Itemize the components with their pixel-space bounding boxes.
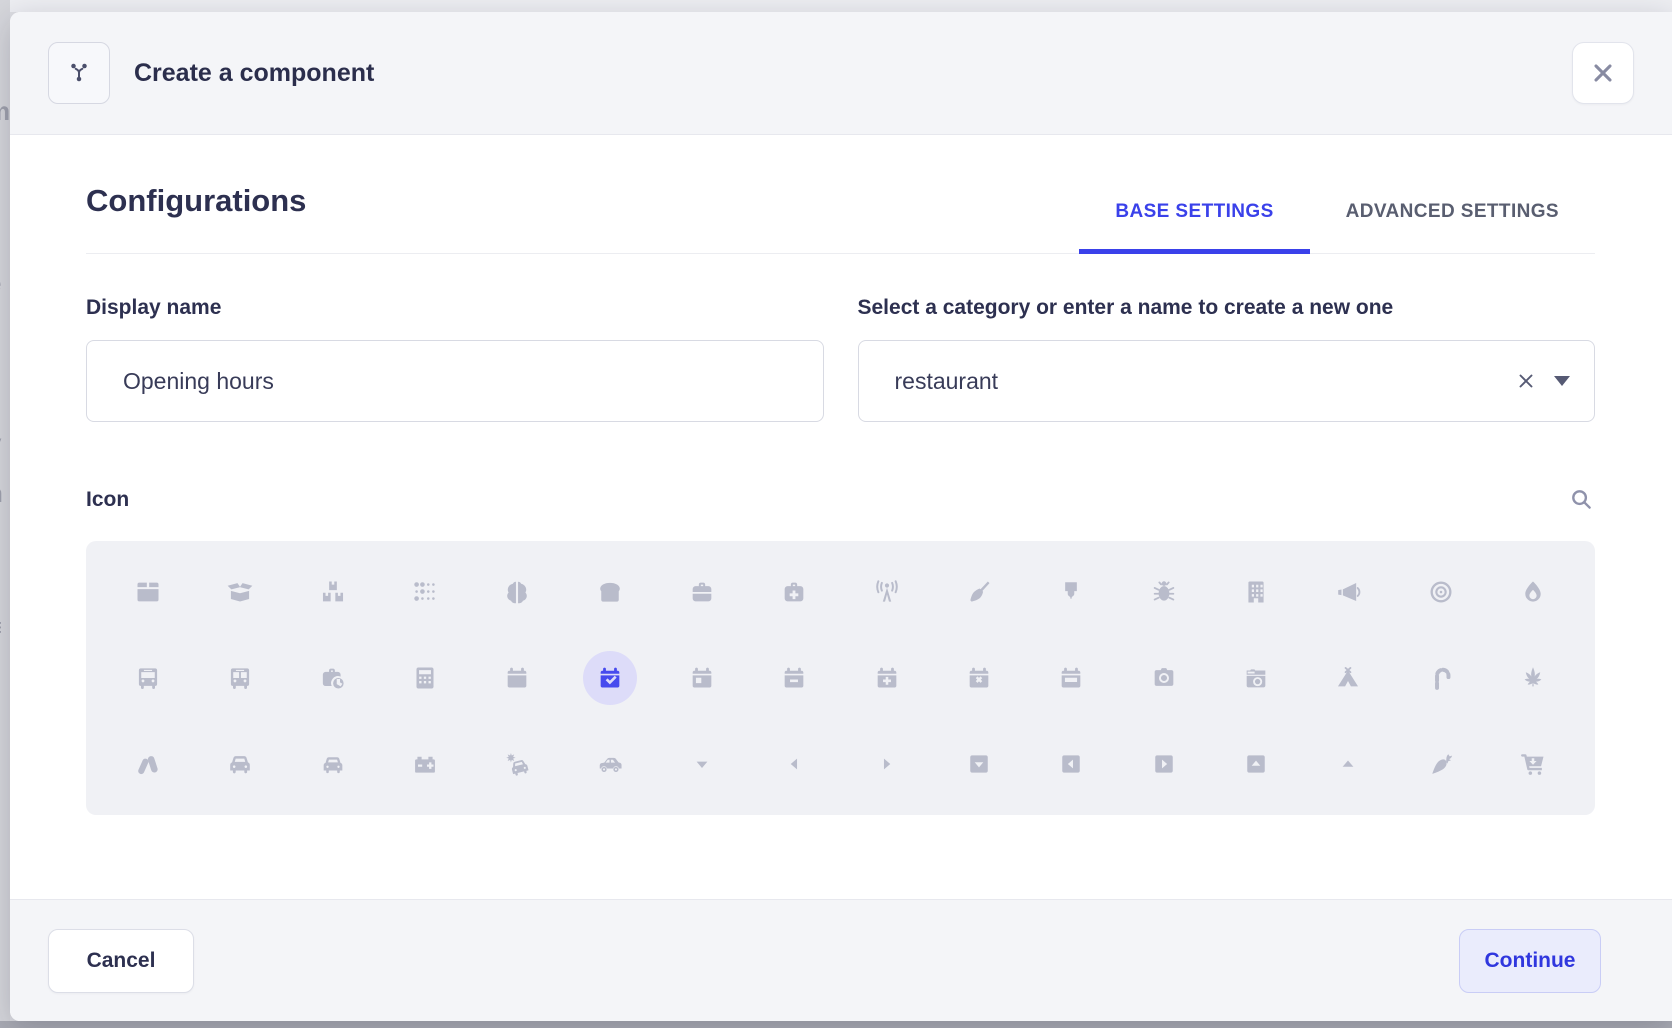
icon-car-battery[interactable] xyxy=(379,721,471,807)
icon-calendar-week[interactable] xyxy=(1025,635,1117,721)
backdrop-text-fragment: y xyxy=(0,428,1,459)
icon-candy-cane[interactable] xyxy=(1394,635,1486,721)
icon-car-alt[interactable] xyxy=(287,721,379,807)
config-header-row: Configurations BASE SETTINGS ADVANCED SE… xyxy=(86,183,1595,254)
icon-car[interactable] xyxy=(194,721,286,807)
icon-briefcase-medical[interactable] xyxy=(748,549,840,635)
icon-caret-right[interactable] xyxy=(841,721,933,807)
icon-box[interactable] xyxy=(102,549,194,635)
display-name-field-group: Display name Opening hours xyxy=(86,296,824,422)
icon-business-time[interactable] xyxy=(287,635,379,721)
close-button[interactable] xyxy=(1572,42,1634,104)
icon-search-button[interactable] xyxy=(1568,486,1595,513)
continue-button[interactable]: Continue xyxy=(1459,929,1601,993)
icon-carrot[interactable] xyxy=(1394,721,1486,807)
icon-box-open[interactable] xyxy=(194,549,286,635)
icon-caret-square-right[interactable] xyxy=(1117,721,1209,807)
icon-burn[interactable] xyxy=(1487,549,1579,635)
display-name-input[interactable]: Opening hours xyxy=(86,340,824,422)
icon-boxes[interactable] xyxy=(287,549,379,635)
tab-advanced-settings[interactable]: ADVANCED SETTINGS xyxy=(1310,201,1595,254)
backdrop-text-fragment: n xyxy=(0,478,3,509)
tab-base-settings[interactable]: BASE SETTINGS xyxy=(1079,201,1309,254)
icon-label: Icon xyxy=(86,488,129,512)
icon-capsules[interactable] xyxy=(102,721,194,807)
create-component-modal: Create a component Configurations BASE S… xyxy=(10,12,1672,1021)
icon-caret-square-left[interactable] xyxy=(1025,721,1117,807)
modal-body: Configurations BASE SETTINGS ADVANCED SE… xyxy=(10,135,1672,899)
category-select[interactable]: restaurant xyxy=(858,340,1596,422)
selected-icon-highlight xyxy=(583,651,637,705)
icon-bus[interactable] xyxy=(102,635,194,721)
icon-section-header: Icon xyxy=(86,486,1595,513)
modal-footer: Cancel Continue xyxy=(10,899,1672,1021)
icon-bug[interactable] xyxy=(1117,549,1209,635)
backdrop-text-fragment: m xyxy=(0,96,10,127)
icon-briefcase[interactable] xyxy=(656,549,748,635)
icon-cannabis[interactable] xyxy=(1487,635,1579,721)
icon-building[interactable] xyxy=(1210,549,1302,635)
icon-calendar-check[interactable] xyxy=(564,635,656,721)
icon-broom[interactable] xyxy=(933,549,1025,635)
icon-calendar-plus[interactable] xyxy=(841,635,933,721)
category-field-group: Select a category or enter a name to cre… xyxy=(858,296,1596,422)
icon-bullhorn[interactable] xyxy=(1302,549,1394,635)
backdrop-text-fragment: e xyxy=(0,268,1,299)
modal-header: Create a component xyxy=(10,12,1672,135)
icon-braille[interactable] xyxy=(379,549,471,635)
cancel-button[interactable]: Cancel xyxy=(48,929,194,993)
component-branch-icon xyxy=(48,42,110,104)
settings-tabs: BASE SETTINGS ADVANCED SETTINGS xyxy=(1079,201,1595,253)
page-title: Configurations xyxy=(86,183,306,253)
icon-calendar-times[interactable] xyxy=(933,635,1025,721)
backdrop-text-fragment: ≡ xyxy=(0,612,2,643)
select-caret-icon[interactable] xyxy=(1554,376,1570,386)
icon-bullseye[interactable] xyxy=(1394,549,1486,635)
icon-broadcast-tower[interactable] xyxy=(841,549,933,635)
icon-brain[interactable] xyxy=(471,549,563,635)
icon-camera[interactable] xyxy=(1117,635,1209,721)
icon-cart-arrow-down[interactable] xyxy=(1487,721,1579,807)
icon-bus-alt[interactable] xyxy=(194,635,286,721)
icon-campground[interactable] xyxy=(1302,635,1394,721)
page-behind-top xyxy=(0,0,1672,12)
icon-caret-down[interactable] xyxy=(656,721,748,807)
icon-calendar-day[interactable] xyxy=(656,635,748,721)
page-behind-left: mtiertynt≡ xyxy=(0,0,10,1028)
icon-caret-square-up[interactable] xyxy=(1210,721,1302,807)
icon-brush[interactable] xyxy=(1025,549,1117,635)
page-behind-bottom xyxy=(0,1021,1672,1028)
icon-caret-square-down[interactable] xyxy=(933,721,1025,807)
icon-bread-loaf[interactable] xyxy=(564,549,656,635)
icon-picker-grid xyxy=(86,541,1595,815)
icon-calendar-minus[interactable] xyxy=(748,635,840,721)
fields-row: Display name Opening hours Select a cate… xyxy=(86,296,1595,422)
icon-car-side[interactable] xyxy=(564,721,656,807)
icon-car-crash[interactable] xyxy=(471,721,563,807)
display-name-label: Display name xyxy=(86,296,824,320)
icon-camera-retro[interactable] xyxy=(1210,635,1302,721)
close-icon xyxy=(1589,59,1617,87)
icon-calculator[interactable] xyxy=(379,635,471,721)
search-icon xyxy=(1568,486,1595,513)
icon-calendar[interactable] xyxy=(471,635,563,721)
display-name-value: Opening hours xyxy=(123,368,274,395)
category-label: Select a category or enter a name to cre… xyxy=(858,296,1596,320)
icon-caret-left[interactable] xyxy=(748,721,840,807)
icon-caret-up[interactable] xyxy=(1302,721,1394,807)
clear-selection-icon[interactable] xyxy=(1514,369,1538,393)
modal-title: Create a component xyxy=(134,59,374,88)
category-value: restaurant xyxy=(895,368,1515,395)
